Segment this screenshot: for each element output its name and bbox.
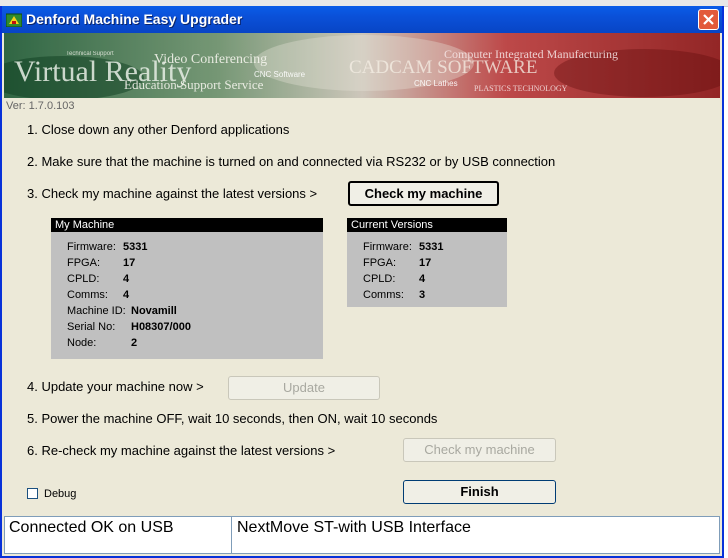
cur-comms-label: Comms: [363, 289, 404, 301]
check-machine-button[interactable]: Check my machine [348, 181, 499, 206]
title-bar[interactable]: Denford Machine Easy Upgrader [2, 6, 722, 33]
finish-button[interactable]: Finish [403, 480, 556, 504]
app-window: Denford Machine Easy Upgrader Virtual Re… [0, 6, 724, 558]
my-node-value: 2 [131, 337, 138, 349]
cur-firmware-label: Firmware: [363, 241, 412, 253]
banner-text-8: Computer Integrated Manufacturing [444, 47, 618, 61]
my-cpld-value: 4 [123, 273, 130, 285]
my-fpga-label: FPGA: [67, 257, 101, 269]
update-button[interactable]: Update [228, 376, 380, 400]
step-1-text: 1. Close down any other Denford applicat… [27, 122, 290, 137]
cur-fpga-value: 17 [419, 257, 432, 269]
my-serial-label: Serial No: [67, 321, 116, 333]
cur-fpga-label: FPGA: [363, 257, 397, 269]
my-firmware-value: 5331 [123, 241, 148, 253]
my-comms-label: Comms: [67, 289, 108, 301]
my-machine-panel: My Machine Firmware: 5331 FPGA: 17 CPLD:… [51, 218, 323, 359]
step-6-text: 6. Re-check my machine against the lates… [27, 443, 336, 458]
close-button[interactable] [698, 9, 719, 30]
version-label: Ver: 1.7.0.103 [6, 100, 75, 112]
step-4-text: 4. Update your machine now > [27, 379, 204, 394]
status-device: NextMove ST-with USB Interface [237, 519, 471, 536]
my-firmware-label: Firmware: [67, 241, 116, 253]
banner-text-2: Video Conferencing [154, 52, 267, 67]
debug-label[interactable]: Debug [44, 488, 76, 500]
status-divider [231, 517, 232, 553]
my-machine-id-label: Machine ID: [67, 305, 126, 317]
banner-text-6: CNC Lathes [414, 79, 458, 88]
my-machine-title: My Machine [51, 218, 323, 232]
cur-cpld-value: 4 [419, 273, 426, 285]
banner-image: Virtual Reality Video Conferencing Educa… [4, 33, 720, 98]
my-cpld-label: CPLD: [67, 273, 100, 285]
app-icon [6, 13, 22, 27]
step-2-text: 2. Make sure that the machine is turned … [27, 154, 556, 169]
banner-text-5: CNC Software [254, 70, 306, 79]
banner-text-4: Technical Support [66, 51, 114, 57]
my-serial-value: H08307/000 [131, 321, 191, 333]
status-bar: Connected OK on USB NextMove ST-with USB… [4, 516, 720, 554]
banner-text-3: Education Support Service [124, 77, 264, 92]
current-versions-panel: Current Versions Firmware: 5331 FPGA: 17… [347, 218, 507, 307]
window-title: Denford Machine Easy Upgrader [26, 11, 243, 27]
debug-checkbox[interactable] [27, 488, 38, 499]
my-fpga-value: 17 [123, 257, 136, 269]
cur-comms-value: 3 [419, 289, 426, 301]
cur-firmware-value: 5331 [419, 241, 444, 253]
close-icon [703, 14, 714, 25]
my-comms-value: 4 [123, 289, 130, 301]
current-versions-title: Current Versions [347, 218, 507, 232]
recheck-machine-button[interactable]: Check my machine [403, 438, 556, 462]
banner-text-9: PLASTICS TECHNOLOGY [474, 84, 568, 93]
my-node-label: Node: [67, 337, 97, 349]
step-3-text: 3. Check my machine against the latest v… [27, 186, 318, 201]
my-machine-id-value: Novamill [131, 305, 177, 317]
status-connection: Connected OK on USB [9, 519, 174, 536]
step-5-text: 5. Power the machine OFF, wait 10 second… [27, 411, 438, 426]
cur-cpld-label: CPLD: [363, 273, 396, 285]
